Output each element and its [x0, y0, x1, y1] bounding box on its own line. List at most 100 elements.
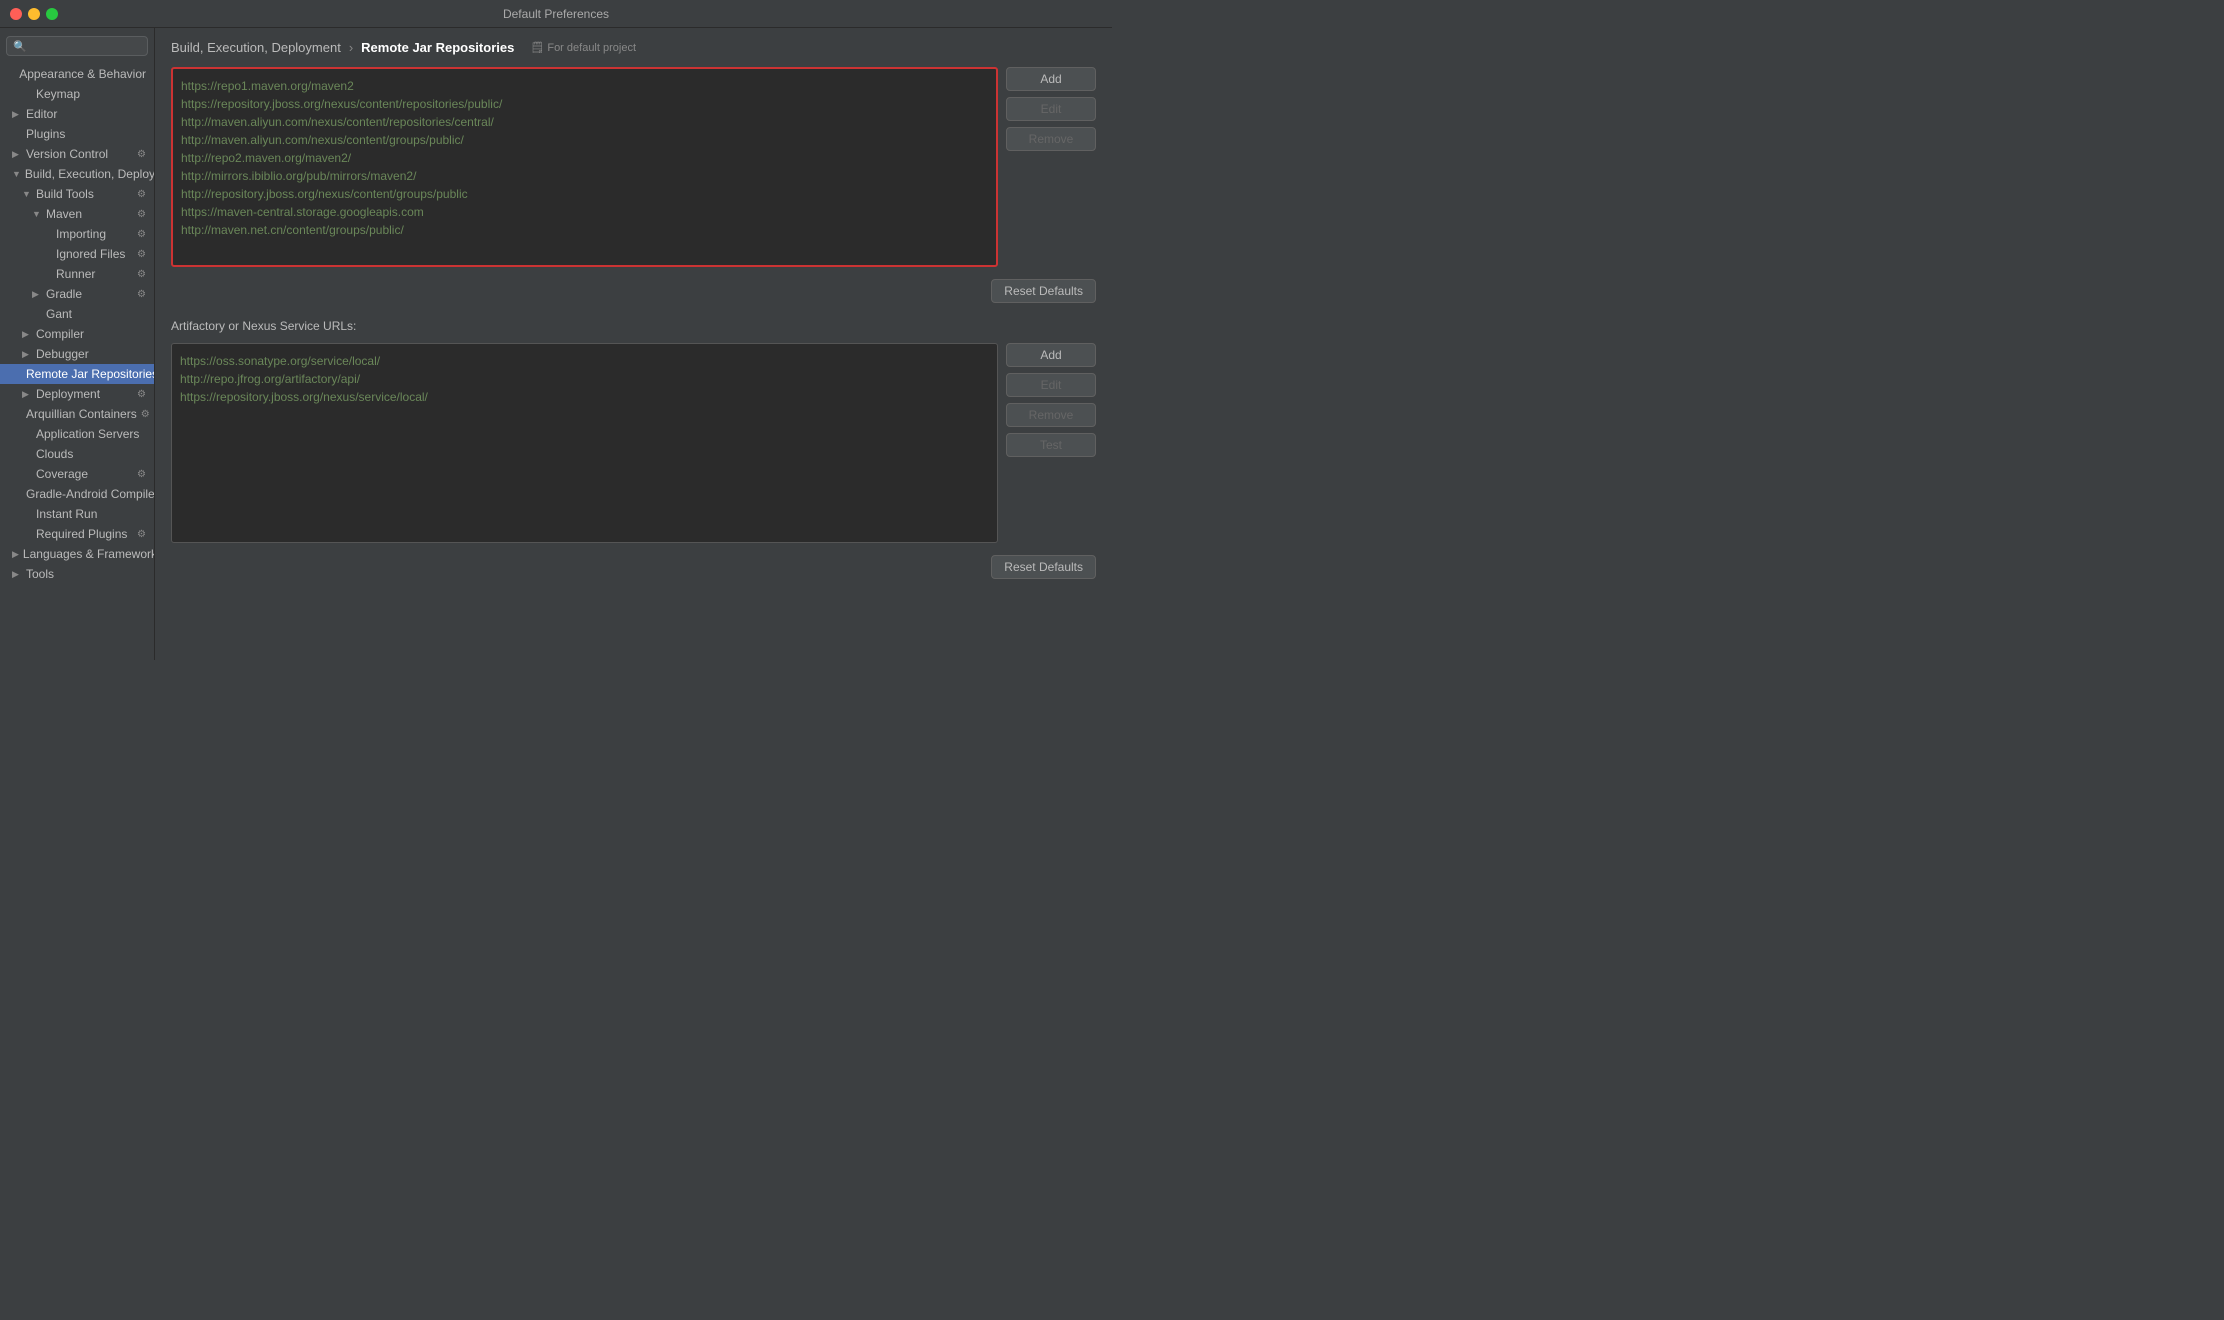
sidebar-label-gradle-android: Gradle-Android Compiler	[26, 487, 155, 501]
sidebar-item-gradle[interactable]: ▶Gradle⚙	[0, 284, 154, 304]
list-item[interactable]: https://maven-central.storage.googleapis…	[181, 203, 988, 221]
sidebar-item-coverage[interactable]: Coverage⚙	[0, 464, 154, 484]
sidebar-label-build-tools: Build Tools	[36, 187, 94, 201]
repo-reset-button[interactable]: Reset Defaults	[991, 279, 1096, 303]
sidebar-label-required-plugins: Required Plugins	[36, 527, 127, 541]
gear-icon-gradle: ⚙	[137, 289, 146, 300]
sidebar-item-build-tools[interactable]: ▼Build Tools⚙	[0, 184, 154, 204]
list-item[interactable]: http://maven.aliyun.com/nexus/content/gr…	[181, 131, 988, 149]
sidebar-label-deployment: Deployment	[36, 387, 100, 401]
maximize-button[interactable]	[46, 8, 58, 20]
sidebar-label-keymap: Keymap	[36, 87, 80, 101]
arrow-icon-tools: ▶	[12, 569, 22, 580]
artifactory-test-button[interactable]: Test	[1006, 433, 1096, 457]
arrow-icon-languages: ▶	[12, 549, 19, 560]
gear-icon-importing: ⚙	[137, 229, 146, 240]
repo-buttons: Add Edit Remove	[1006, 67, 1096, 267]
sidebar-item-remote-jar[interactable]: Remote Jar Repositories⚙	[0, 364, 154, 384]
list-item[interactable]: http://mirrors.ibiblio.org/pub/mirrors/m…	[181, 167, 988, 185]
search-input[interactable]	[31, 39, 141, 53]
arrow-icon-compiler: ▶	[22, 329, 32, 340]
close-button[interactable]	[10, 8, 22, 20]
content-area: Build, Execution, Deployment › Remote Ja…	[155, 28, 1112, 660]
sidebar-item-gant[interactable]: Gant	[0, 304, 154, 324]
breadcrumb-current: Remote Jar Repositories	[361, 40, 514, 55]
sidebar-item-editor[interactable]: ▶Editor	[0, 104, 154, 124]
sidebar-item-maven[interactable]: ▼ Maven ⚙	[0, 204, 154, 224]
list-item[interactable]: https://repo1.maven.org/maven2	[181, 77, 988, 95]
search-box[interactable]: 🔍	[6, 36, 148, 56]
list-item[interactable]: http://maven.net.cn/content/groups/publi…	[181, 221, 988, 239]
sidebar-label-clouds: Clouds	[36, 447, 73, 461]
sidebar-item-app-servers[interactable]: Application Servers	[0, 424, 154, 444]
list-item[interactable]: https://repository.jboss.org/nexus/conte…	[181, 95, 988, 113]
artifactory-add-button[interactable]: Add	[1006, 343, 1096, 367]
window-controls[interactable]	[10, 8, 58, 20]
sidebar-item-gradle-android[interactable]: Gradle-Android Compiler⚙	[0, 484, 154, 504]
arrow-icon-version-control: ▶	[12, 149, 22, 160]
list-item[interactable]: http://maven.aliyun.com/nexus/content/re…	[181, 113, 988, 131]
artifactory-edit-button[interactable]: Edit	[1006, 373, 1096, 397]
list-item[interactable]: https://oss.sonatype.org/service/local/	[180, 352, 989, 370]
gear-icon-arquillian: ⚙	[141, 409, 150, 420]
sidebar-item-tools[interactable]: ▶ Tools	[0, 564, 154, 584]
sidebar-label-version-control: Version Control	[26, 147, 108, 161]
sidebar-label-tools: Tools	[26, 567, 54, 581]
sidebar-item-clouds[interactable]: Clouds	[0, 444, 154, 464]
sidebar-label-build-exec-deploy: Build, Execution, Deployment	[25, 167, 155, 181]
breadcrumb-separator: ›	[349, 40, 353, 55]
title-bar: Default Preferences	[0, 0, 1112, 28]
sidebar-label-gant: Gant	[46, 307, 72, 321]
repo-remove-button[interactable]: Remove	[1006, 127, 1096, 151]
sidebar-item-runner[interactable]: Runner⚙	[0, 264, 154, 284]
search-icon: 🔍	[13, 40, 27, 53]
sidebar-item-ignored-files[interactable]: Ignored Files⚙	[0, 244, 154, 264]
sidebar-label-editor: Editor	[26, 107, 57, 121]
sidebar-item-debugger[interactable]: ▶Debugger	[0, 344, 154, 364]
gear-icon-deployment: ⚙	[137, 389, 146, 400]
list-item[interactable]: https://repository.jboss.org/nexus/servi…	[180, 388, 989, 406]
content-body: https://repo1.maven.org/maven2https://re…	[155, 63, 1112, 660]
sidebar-label-app-servers: Application Servers	[36, 427, 139, 441]
window-title: Default Preferences	[503, 7, 609, 21]
sidebar-item-plugins[interactable]: Plugins	[0, 124, 154, 144]
gear-icon-coverage: ⚙	[137, 469, 146, 480]
sidebar-item-required-plugins[interactable]: Required Plugins ⚙	[0, 524, 154, 544]
arrow-icon-maven: ▼	[32, 209, 42, 219]
artifactory-remove-button[interactable]: Remove	[1006, 403, 1096, 427]
sidebar-items: Appearance & BehaviorKeymap▶EditorPlugin…	[0, 64, 154, 584]
artifactory-list-panel[interactable]: https://oss.sonatype.org/service/local/h…	[171, 343, 998, 543]
sidebar-item-build-exec-deploy[interactable]: ▼Build, Execution, Deployment	[0, 164, 154, 184]
artifactory-section: Artifactory or Nexus Service URLs: https…	[171, 319, 1096, 579]
sidebar-item-keymap[interactable]: Keymap	[0, 84, 154, 104]
repo-edit-button[interactable]: Edit	[1006, 97, 1096, 121]
minimize-button[interactable]	[28, 8, 40, 20]
sidebar-label-languages: Languages & Frameworks	[23, 547, 155, 561]
sidebar-item-deployment[interactable]: ▶ Deployment ⚙	[0, 384, 154, 404]
repo-panel-with-buttons: https://repo1.maven.org/maven2https://re…	[171, 67, 1096, 267]
arrow-icon-deployment: ▶	[22, 389, 32, 400]
sidebar-label-maven: Maven	[46, 207, 82, 221]
gear-icon-maven: ⚙	[137, 209, 146, 220]
gear-icon-required-plugins: ⚙	[137, 529, 146, 540]
arrow-icon-build-tools: ▼	[22, 189, 32, 199]
repo-list-panel[interactable]: https://repo1.maven.org/maven2https://re…	[171, 67, 998, 267]
sidebar-item-version-control[interactable]: ▶Version Control⚙	[0, 144, 154, 164]
sidebar: 🔍 Appearance & BehaviorKeymap▶EditorPlug…	[0, 28, 155, 660]
sidebar-item-appearance[interactable]: Appearance & Behavior	[0, 64, 154, 84]
sidebar-label-importing: Importing	[56, 227, 106, 241]
list-item[interactable]: http://repo2.maven.org/maven2/	[181, 149, 988, 167]
sidebar-item-instant-run[interactable]: Instant Run	[0, 504, 154, 524]
artifactory-reset-button[interactable]: Reset Defaults	[991, 555, 1096, 579]
repo-add-button[interactable]: Add	[1006, 67, 1096, 91]
sidebar-item-arquillian[interactable]: Arquillian Containers⚙	[0, 404, 154, 424]
list-item[interactable]: http://repo.jfrog.org/artifactory/api/	[180, 370, 989, 388]
main-layout: 🔍 Appearance & BehaviorKeymap▶EditorPlug…	[0, 28, 1112, 660]
sidebar-label-remote-jar: Remote Jar Repositories	[26, 367, 155, 381]
breadcrumb: Build, Execution, Deployment › Remote Ja…	[155, 28, 1112, 63]
sidebar-item-languages[interactable]: ▶ Languages & Frameworks	[0, 544, 154, 564]
list-item[interactable]: http://repository.jboss.org/nexus/conten…	[181, 185, 988, 203]
sidebar-item-compiler[interactable]: ▶Compiler	[0, 324, 154, 344]
artifactory-panel-with-buttons: https://oss.sonatype.org/service/local/h…	[171, 343, 1096, 543]
sidebar-item-importing[interactable]: Importing ⚙	[0, 224, 154, 244]
